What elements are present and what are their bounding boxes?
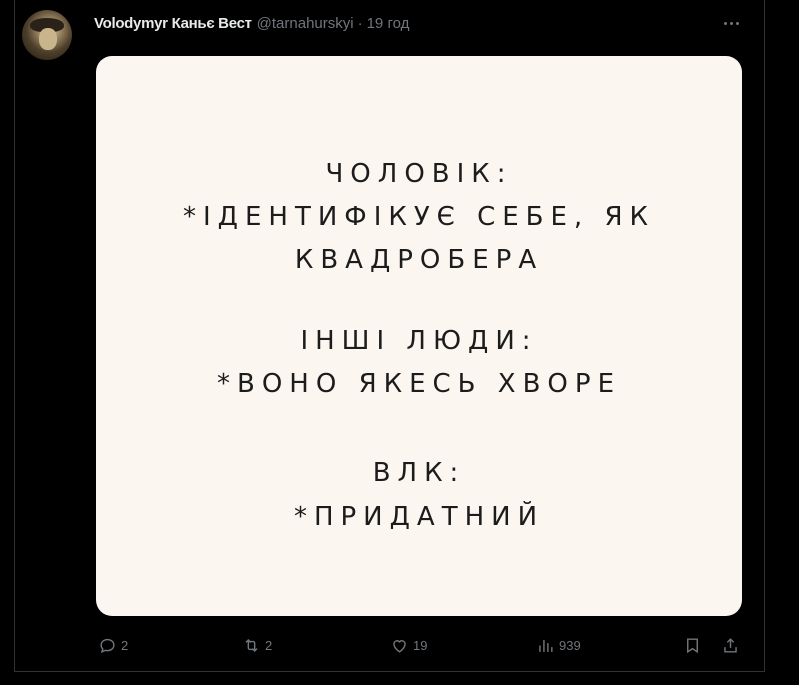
more-horizontal-icon[interactable] <box>718 13 744 33</box>
views-count: 939 <box>559 637 581 653</box>
media-text-line: КВАДРОБЕРА <box>294 245 544 275</box>
views-button[interactable]: 939 <box>536 634 581 656</box>
author-name[interactable]: Volodymyr Каньє Вест <box>94 15 252 32</box>
author-handle[interactable]: @tarnahurskyi <box>257 15 354 32</box>
like-button[interactable]: 19 <box>390 634 427 656</box>
media-text-line: *ІДЕНТИФІКУЄ СЕБЕ, ЯК <box>183 202 655 232</box>
retweet-button[interactable]: 2 <box>242 634 272 656</box>
views-icon <box>539 639 553 652</box>
bookmark-button[interactable] <box>683 634 702 656</box>
like-icon <box>393 639 406 653</box>
like-count: 19 <box>413 637 428 653</box>
media-text-line: ЧОЛОВІК: <box>325 159 513 189</box>
reply-button[interactable]: 2 <box>98 634 128 656</box>
retweet-icon <box>245 638 258 652</box>
retweet-count: 2 <box>265 637 273 653</box>
share-button[interactable] <box>721 634 740 656</box>
tweet-header: Volodymyr Каньє Вест @tarnahurskyi · 19 … <box>94 13 409 33</box>
media-text-line: ІНШІ ЛЮДИ: <box>300 326 538 356</box>
author-avatar[interactable] <box>22 10 72 60</box>
media-text-line: *ПРИДАТНИЙ <box>293 502 545 532</box>
share-icon <box>724 637 737 653</box>
tweet-timestamp[interactable]: 19 год <box>367 15 410 32</box>
media-text-line: *ВОНО ЯКЕСЬ ХВОРЕ <box>216 369 621 399</box>
avatar-face-shape <box>39 28 57 50</box>
reply-icon <box>100 638 115 653</box>
media-text-line: ВЛК: <box>372 458 466 488</box>
tweet-media-image[interactable]: ЧОЛОВІК: *ІДЕНТИФІКУЄ СЕБЕ, ЯК КВАДРОБЕР… <box>96 56 742 616</box>
header-separator: · <box>357 14 363 32</box>
bookmark-icon <box>687 637 698 653</box>
reply-count: 2 <box>121 637 129 653</box>
tweet-actions-bar: 2 2 19 939 <box>0 634 799 656</box>
